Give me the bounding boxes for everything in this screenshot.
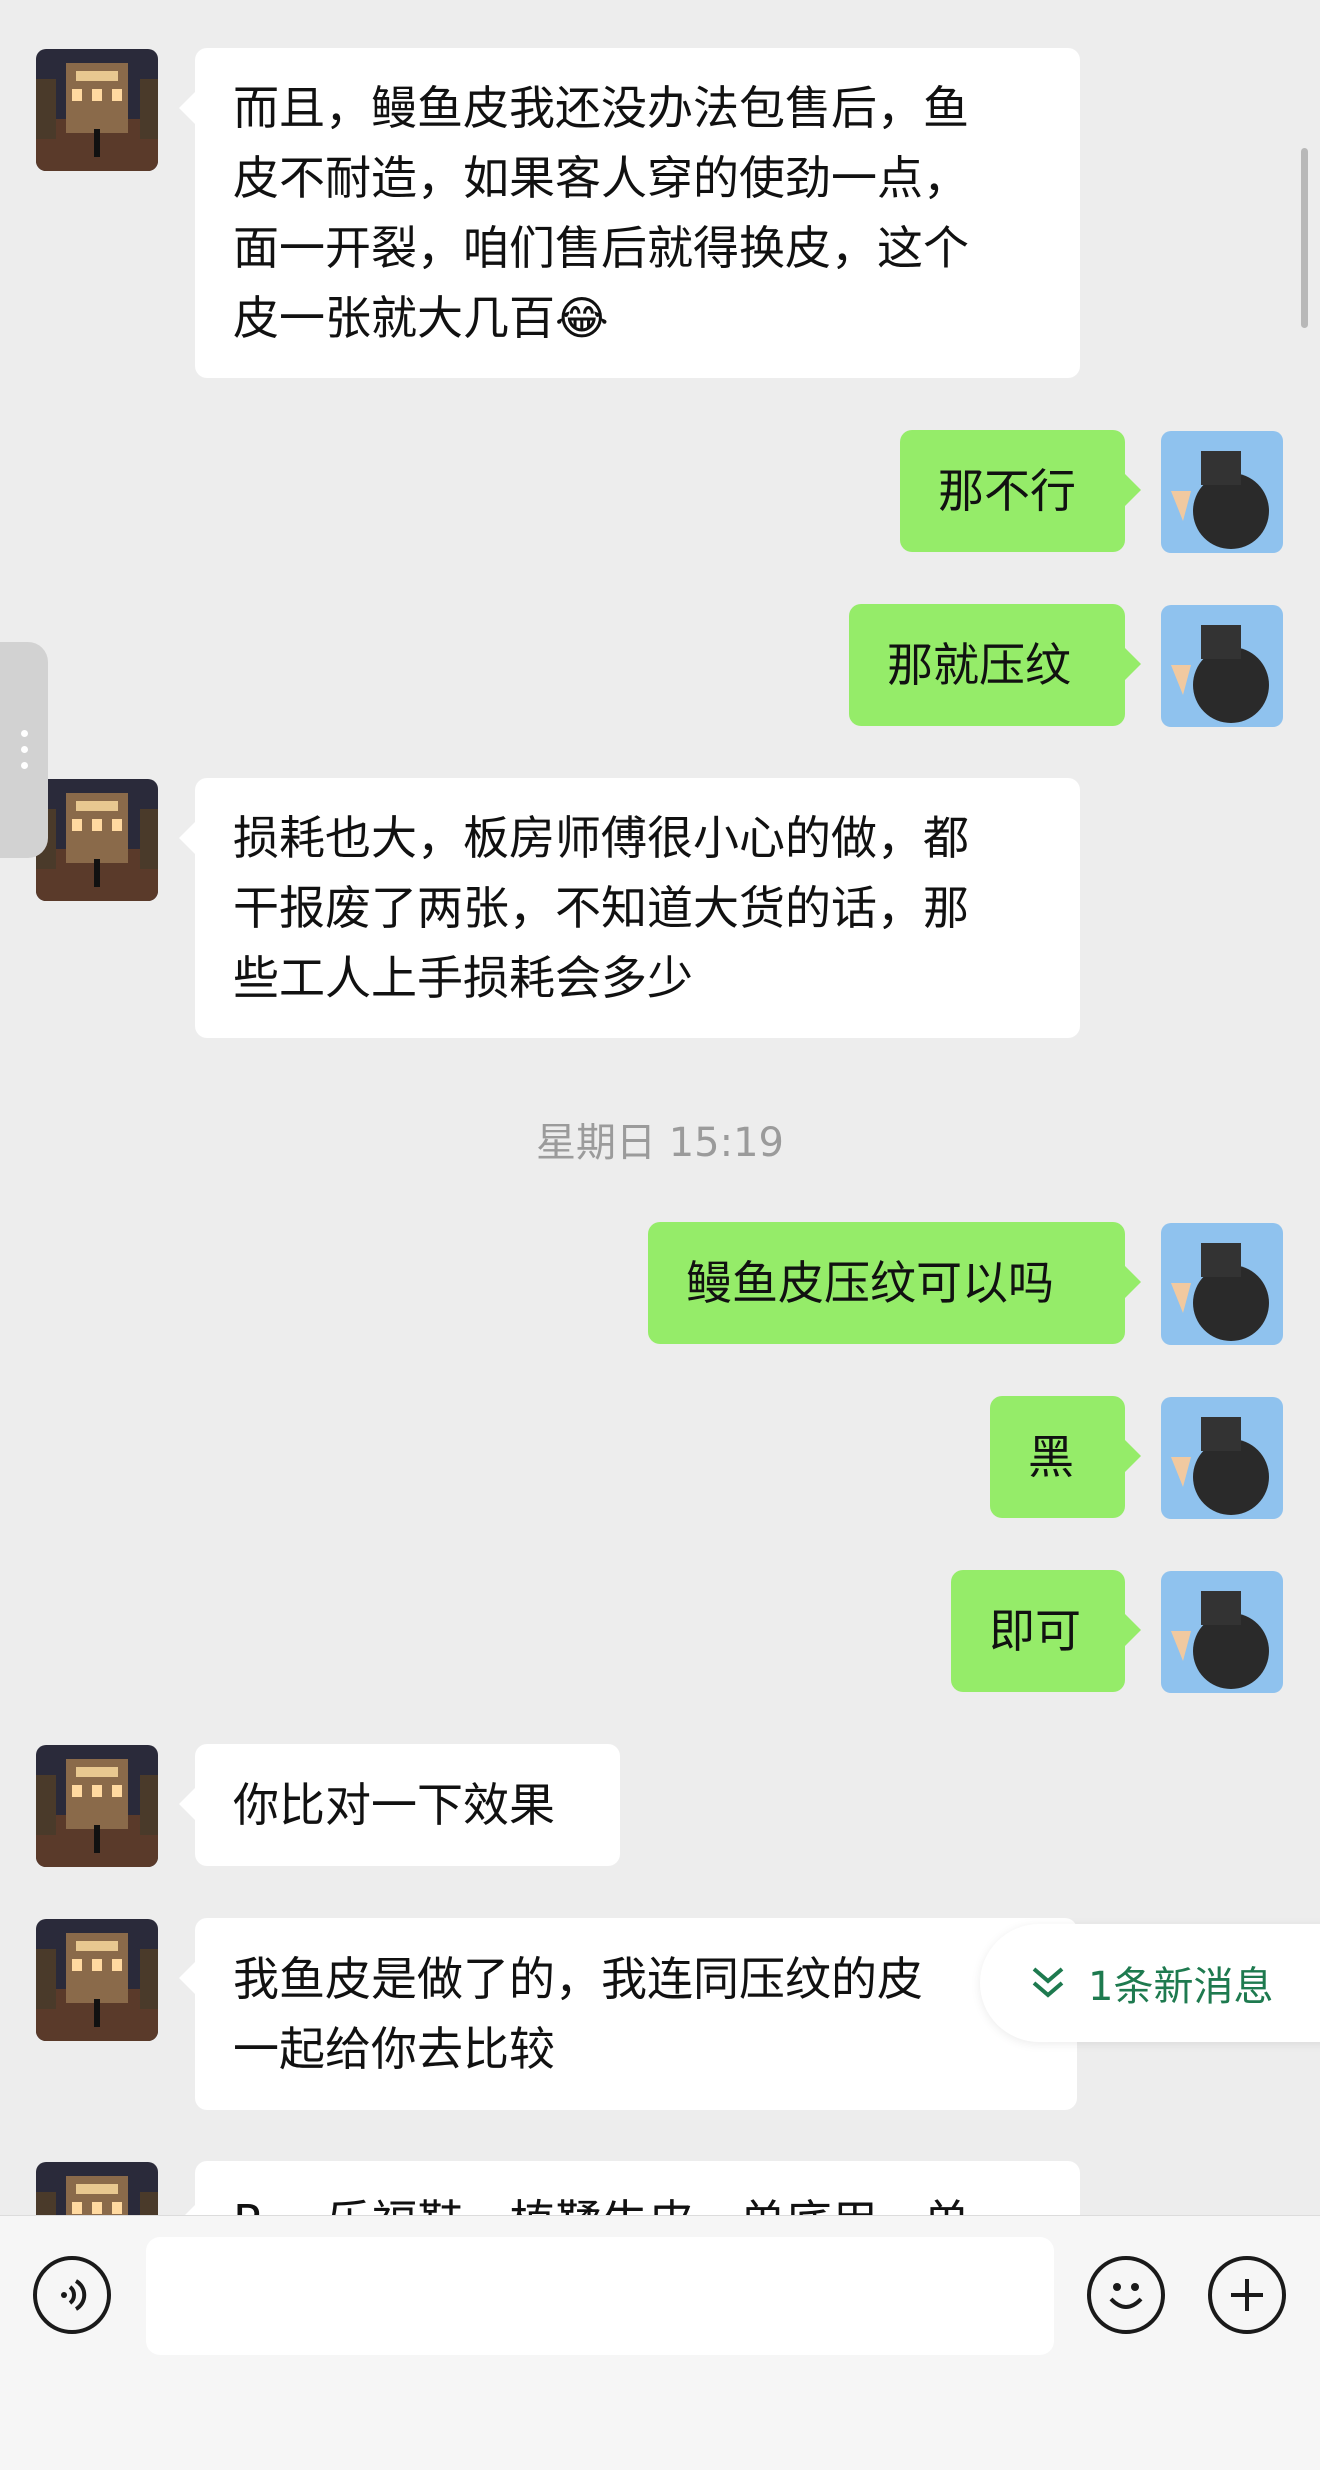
side-drawer-handle[interactable] [0,642,48,858]
message-line: 我鱼皮是做了的，我连同压纹的皮 [233,1952,923,2006]
new-message-button[interactable]: 1条新消息 [980,1924,1320,2042]
message-bubble-incoming[interactable]: R… 乐福鞋，植鞣牛皮，单底用，单 [179,2161,1080,2215]
message-line: 你比对一下效果 [233,1778,555,1832]
message-bubble-incoming[interactable]: 我鱼皮是做了的，我连同压纹的皮 一起给你去比较 [179,1918,1077,2110]
contact-avatar[interactable] [36,49,158,171]
user-avatar[interactable] [1161,1223,1283,1345]
message-bubble-outgoing[interactable]: 那不行 [900,430,1141,552]
user-avatar[interactable] [1161,431,1283,553]
message-line: 即可 [989,1604,1081,1658]
message-line: 些工人上手损耗会多少 [233,951,693,1005]
voice-icon [61,2279,87,2311]
message-line: 干报废了两张，不知道大货的话，那 [233,881,969,935]
message-bubble-outgoing[interactable]: 黑 [990,1396,1141,1518]
message-line: 皮一张就大几百😂 [233,291,609,345]
message-input[interactable] [146,2237,1054,2355]
handle-dot [21,746,28,753]
user-avatar[interactable] [1161,605,1283,727]
message-bubble-incoming[interactable]: 损耗也大，板房师傅很小心的做，都 干报废了两张，不知道大货的话，那 些工人上手损… [179,778,1080,1038]
message-line: 那不行 [938,464,1076,518]
handle-dot [21,762,28,769]
message-line: 损耗也大，板房师傅很小心的做，都 [233,811,969,865]
user-avatar[interactable] [1161,1571,1283,1693]
contact-avatar[interactable] [36,1919,158,2041]
contact-avatar[interactable] [36,779,158,901]
message-line: 鳗鱼皮压纹可以吗 [686,1256,1054,1310]
message-line: 黑 [1028,1430,1074,1484]
chat-area[interactable]: 而且，鳗鱼皮我还没办法包售后，鱼 皮不耐造，如果客人穿的使劲一点， 面一开裂，咱… [0,0,1320,2215]
plus-icon [1231,2279,1263,2311]
message-line: 面一开裂，咱们售后就得换皮，这个 [233,221,969,275]
emoji-button[interactable] [1087,2256,1165,2334]
message-line: 那就压纹 [887,638,1071,692]
message-line: 而且，鳗鱼皮我还没办法包售后，鱼 [233,81,969,135]
contact-avatar[interactable] [36,2162,158,2215]
message-bubble-outgoing[interactable]: 鳗鱼皮压纹可以吗 [648,1222,1141,1344]
message-line: 一起给你去比较 [233,2022,555,2076]
voice-button[interactable] [33,2256,111,2334]
message-line: R… 乐福鞋，植鞣牛皮，单底用，单 [233,2187,1042,2215]
message-bubble-outgoing[interactable]: 即可 [951,1570,1141,1692]
plus-button[interactable] [1208,2256,1286,2334]
message-line: 皮不耐造，如果客人穿的使劲一点， [233,151,969,205]
new-message-label: 1条新消息 [1088,1964,1274,2010]
emoji-icon [1109,2283,1143,2309]
double-chevron-down-icon [1032,1967,1064,1998]
message-bubble-incoming[interactable]: 而且，鳗鱼皮我还没办法包售后，鱼 皮不耐造，如果客人穿的使劲一点， 面一开裂，咱… [179,48,1080,378]
scrollbar[interactable] [1301,148,1308,328]
chat-timestamp: 星期日 15:19 [536,1120,784,1166]
user-avatar[interactable] [1161,1397,1283,1519]
contact-avatar[interactable] [36,1745,158,1867]
message-bubble-incoming[interactable]: 你比对一下效果 [179,1744,620,1866]
message-bubble-outgoing[interactable]: 那就压纹 [849,604,1141,726]
handle-dot [21,730,28,737]
